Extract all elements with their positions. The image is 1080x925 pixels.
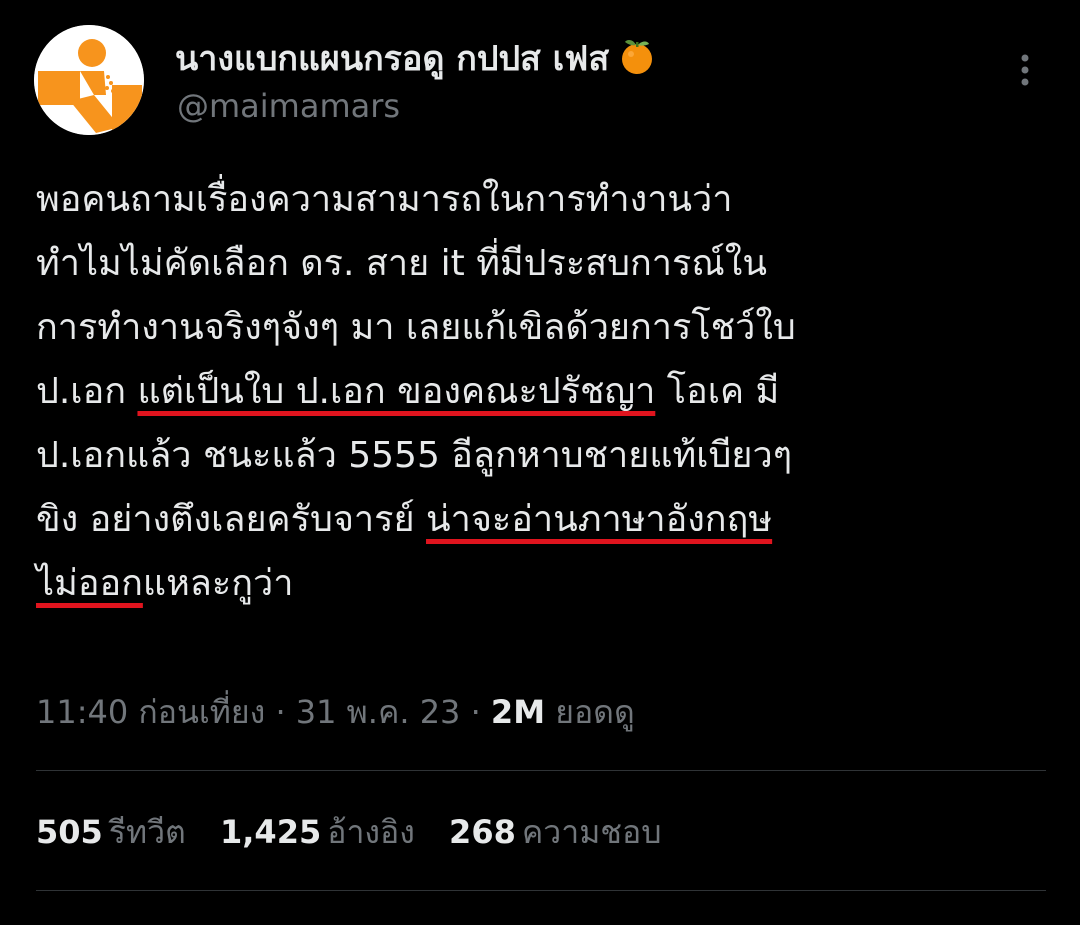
tweet-stats: 505 รีทวีต 1,425 อ้างอิง 268 ความชอบ [36,810,686,854]
tweet-text: พอคนถามเรื่องความสามารถในการทำงานว่าทำไม… [36,168,1046,616]
meta-separator: · [470,693,481,731]
likes-count: 268 [449,813,516,851]
views-label: ยอดดู [555,693,635,731]
tweet-line: ป.เอก แต่เป็นใบ ป.เอก ของคณะปรัชญา โอเค … [36,360,1046,424]
user-handle[interactable]: @maimamars [177,86,400,126]
tweet-text-segment: ป.เอก [36,371,138,412]
tweet-line: ป.เอกแล้ว ชนะแล้ว 5555 อีลูกหาบชายแท้เบี… [36,424,1046,488]
divider [36,890,1046,891]
tweet-time[interactable]: 11:40 ก่อนเที่ยง [36,693,265,731]
tweet-text-segment: ทำไมไม่คัดเลือก ดร. สาย it ที่มีประสบการ… [36,243,767,284]
meta-separator: · [275,693,286,731]
likes-label: ความชอบ [521,813,662,851]
likes-stat[interactable]: 268 ความชอบ [449,810,661,854]
retweets-stat[interactable]: 505 รีทวีต [36,810,186,854]
tweet-line: ทำไมไม่คัดเลือก ดร. สาย it ที่มีประสบการ… [36,232,1046,296]
retweets-label: รีทวีต [108,813,186,851]
tweet-line: ไม่ออกแหละกูว่า [36,552,1046,616]
underlined-text: ไม่ออก [36,563,143,604]
tweet-date[interactable]: 31 พ.ค. 23 [296,693,461,731]
tweet-text-segment: แหละกูว่า [142,563,294,604]
tweet-text-segment: โอเค มี [655,371,780,412]
tweet-text-segment: การทำงานจริงๆจังๆ มา เลยแก้เขิลด้วยการโช… [36,307,796,348]
display-name[interactable]: นางแบกแผนกรอดู กปปส เฟส [175,36,657,87]
tweet-line: พอคนถามเรื่องความสามารถในการทำงานว่า [36,168,1046,232]
display-name-text: นางแบกแผนกรอดู กปปส เฟส [175,39,610,79]
tweet-text-segment: พอคนถามเรื่องความสามารถในการทำงานว่า [36,179,733,220]
tweet-text-segment: ป.เอกแล้ว ชนะแล้ว 5555 อีลูกหาบชายแท้เบี… [36,435,793,476]
more-options-button[interactable] [1008,52,1042,92]
avatar-person-icon [34,25,144,135]
quotes-label: อ้างอิง [327,813,415,851]
avatar[interactable] [34,25,144,135]
more-vertical-icon [1021,54,1029,86]
retweets-count: 505 [36,813,103,851]
underlined-text: น่าจะอ่านภาษาอังกฤษ [426,499,773,540]
underlined-text: แต่เป็นใบ ป.เอก ของคณะปรัชญา [137,371,656,412]
quotes-stat[interactable]: 1,425 อ้างอิง [220,810,415,854]
quotes-count: 1,425 [220,813,322,851]
tweet-text-segment: ขิง อย่างตึงเลยครับจารย์ [36,499,427,540]
tweet-meta: 11:40 ก่อนเที่ยง · 31 พ.ค. 23 · 2M ยอดดู [36,690,635,734]
tweet-line: การทำงานจริงๆจังๆ มา เลยแก้เขิลด้วยการโช… [36,296,1046,360]
divider [36,770,1046,771]
tangerine-icon [617,36,657,87]
views-count: 2M [490,693,546,731]
tweet-line: ขิง อย่างตึงเลยครับจารย์ น่าจะอ่านภาษาอั… [36,488,1046,552]
